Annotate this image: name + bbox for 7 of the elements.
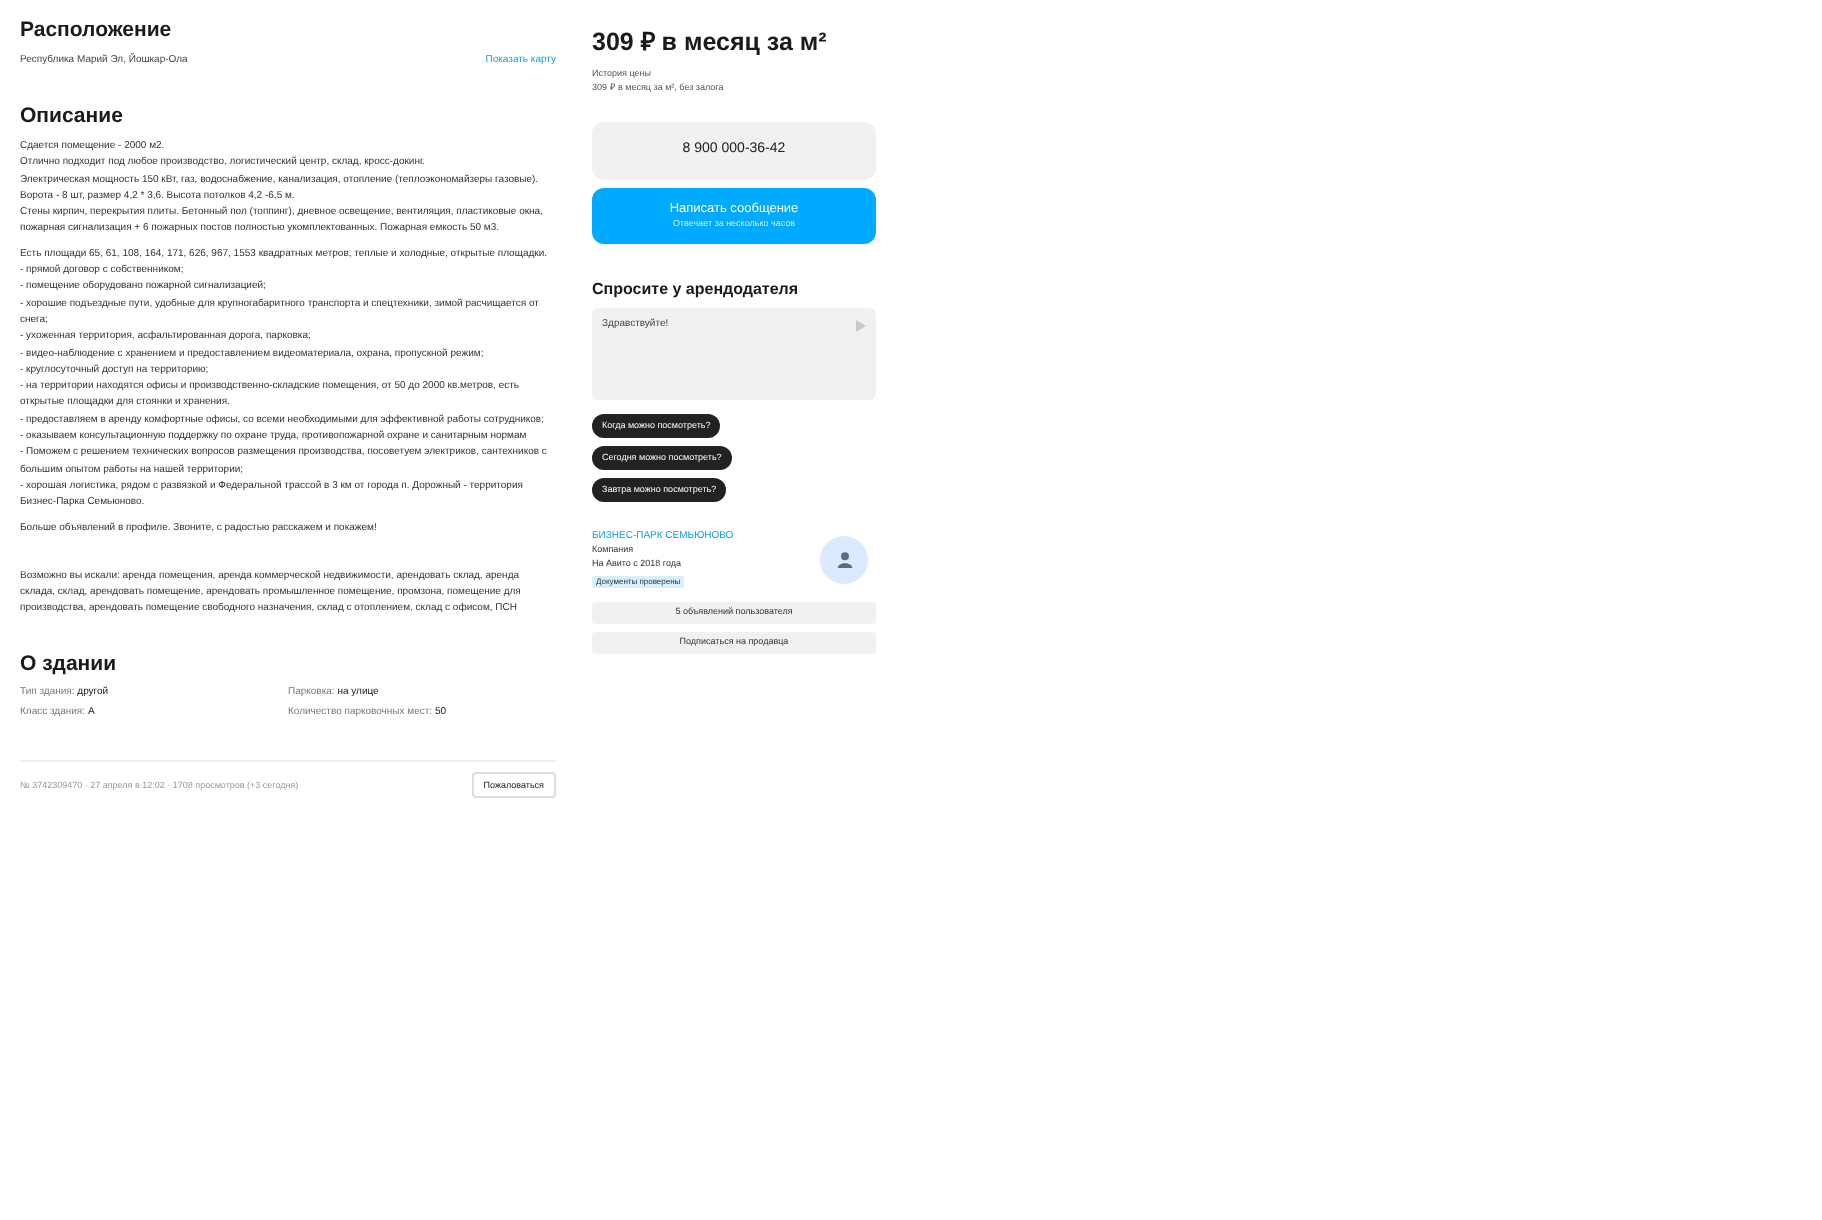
section-title: Расположение xyxy=(20,16,174,44)
seller-avatar[interactable] xyxy=(820,535,868,583)
section-title: Описание xyxy=(20,102,125,130)
price-title: 309 ₽ в месяц за м² xyxy=(592,26,829,58)
ask-title: Спросите у арендодателя xyxy=(592,280,801,300)
user-icon xyxy=(835,550,853,568)
section-title: О здании xyxy=(20,649,119,678)
